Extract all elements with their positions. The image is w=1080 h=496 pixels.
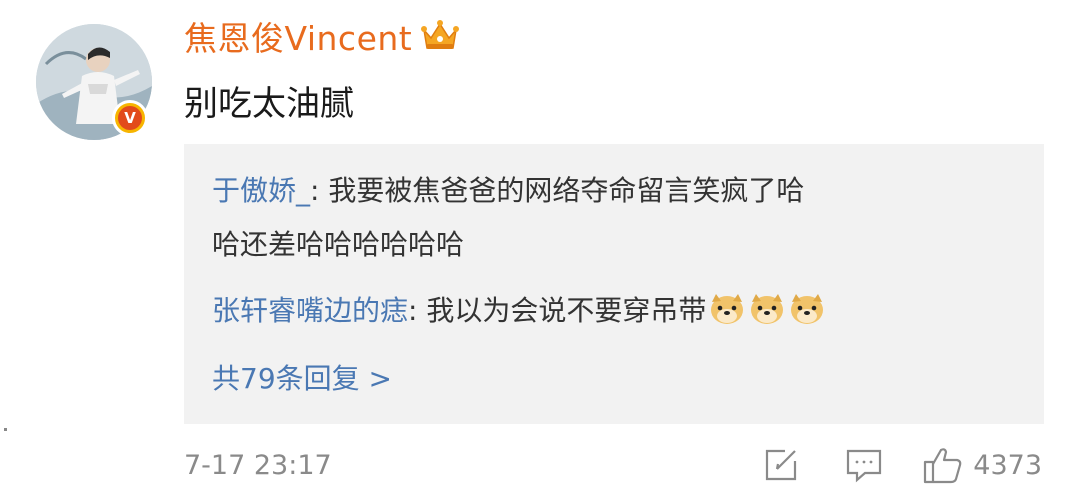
- share-button[interactable]: [763, 447, 799, 483]
- reply-item-continuation: 哈还差哈哈哈哈哈哈: [212, 222, 464, 268]
- reply-separator: :: [408, 294, 427, 327]
- avatar[interactable]: V: [36, 24, 152, 140]
- reply-username[interactable]: 于傲娇_: [212, 174, 310, 207]
- reply-separator: :: [310, 174, 329, 207]
- like-button[interactable]: 4373: [923, 446, 1042, 484]
- thumbs-up-icon: [923, 446, 963, 484]
- share-edit-icon: [763, 447, 799, 483]
- doge-emoji-icon: [708, 292, 746, 326]
- comment-button[interactable]: [845, 447, 883, 483]
- comment-actions: 4373: [763, 446, 1042, 484]
- reply-item: 于傲娇_: 我要被焦爸爸的网络夺命留言笑疯了哈: [212, 168, 804, 214]
- reply-text: 我以为会说不要穿吊带: [426, 294, 707, 327]
- reply-item: 张轩睿嘴边的痣: 我以为会说不要穿吊带: [212, 288, 826, 334]
- reply-username[interactable]: 张轩睿嘴边的痣: [212, 294, 408, 327]
- edge-artifact: [4, 428, 7, 431]
- comment-header: 焦恩俊Vincent: [184, 14, 460, 58]
- like-count: 4373: [973, 449, 1042, 481]
- verified-badge: V: [112, 100, 148, 136]
- crown-icon[interactable]: [420, 18, 460, 54]
- comment-text: 别吃太油腻: [184, 84, 354, 124]
- comment-timestamp: 7-17 23:17: [184, 450, 332, 481]
- view-all-replies-link[interactable]: 共79条回复 >: [212, 356, 392, 402]
- reply-text: 哈还差哈哈哈哈哈哈: [212, 228, 465, 261]
- comment-bubble-icon: [845, 447, 883, 483]
- doge-emoji-icon: [748, 292, 786, 326]
- reply-text: 我要被焦爸爸的网络夺命留言笑疯了哈: [328, 174, 805, 207]
- doge-emoji-icon: [788, 292, 826, 326]
- replies-panel[interactable]: 于傲娇_: 我要被焦爸爸的网络夺命留言笑疯了哈 哈还差哈哈哈哈哈哈 张轩睿嘴边的…: [184, 144, 1044, 424]
- verified-v-icon: V: [118, 106, 142, 130]
- username-link[interactable]: 焦恩俊Vincent: [184, 12, 412, 60]
